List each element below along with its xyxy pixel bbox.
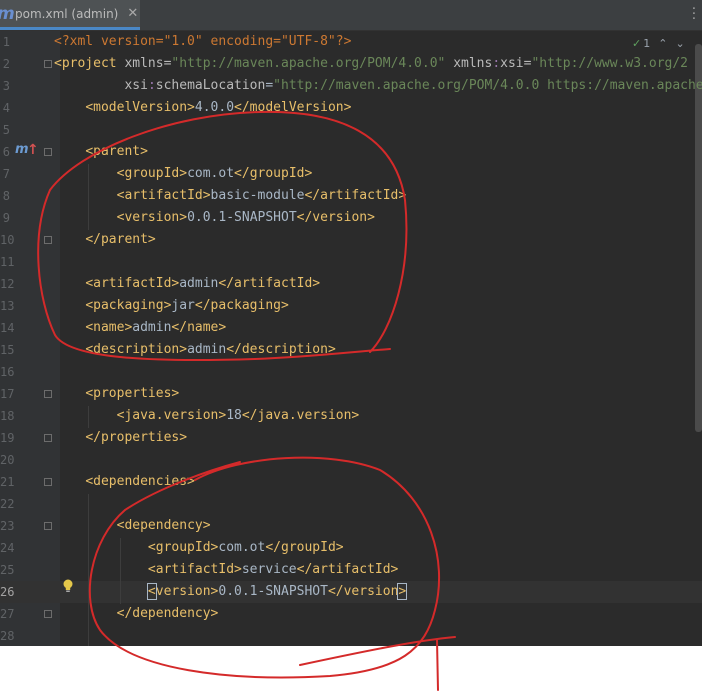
code-line[interactable]: 10 </parent> — [0, 229, 702, 251]
indent-guide — [120, 538, 121, 604]
line-number: 3 — [2, 79, 10, 93]
code-line[interactable]: 1 <?xml version="1.0" encoding="UTF-8"?> — [0, 31, 702, 53]
close-icon[interactable]: ✕ — [127, 6, 138, 21]
code-line[interactable]: 19 </properties> — [0, 427, 702, 449]
code-text: xsi:schemaLocation="http://maven.apache.… — [124, 78, 702, 93]
code-line[interactable]: 18 <java.version>18</java.version> — [0, 405, 702, 427]
ide-window: m pom.xml (admin) ✕ ··· ✓ 1 ⌃ ⌄ m ↑ 1<?x… — [0, 0, 702, 646]
code-line[interactable]: 22 — [0, 493, 702, 515]
code-text: <name>admin</name> — [85, 320, 227, 335]
code-line[interactable]: 17 <properties> — [0, 383, 702, 405]
code-text: <dependencies> — [85, 474, 195, 489]
line-number: 17 — [0, 387, 15, 401]
fold-marker-icon[interactable] — [44, 478, 52, 486]
code-line[interactable]: 20 — [0, 449, 702, 471]
code-text: <project xmlns="http://maven.apache.org/… — [54, 56, 689, 71]
more-options-icon[interactable]: · · · — [692, 3, 696, 26]
code-text: </properties> — [85, 430, 188, 445]
fold-marker-icon[interactable] — [44, 60, 52, 68]
line-number: 14 — [0, 321, 15, 335]
code-line[interactable]: 5 — [0, 119, 702, 141]
code-line[interactable]: 7 <groupId>com.ot</groupId> — [0, 163, 702, 185]
code-line[interactable]: 14 <name>admin</name> — [0, 317, 702, 339]
code-line[interactable]: 21 <dependencies> — [0, 471, 702, 493]
line-number: 4 — [2, 101, 10, 115]
code-text: <version>0.0.1-SNAPSHOT</version> — [146, 583, 408, 600]
code-line[interactable]: 8 <artifactId>basic-module</artifactId> — [0, 185, 702, 207]
line-number: 12 — [0, 277, 15, 291]
line-number: 23 — [0, 519, 15, 533]
code-text: <parent> — [85, 144, 148, 159]
lightbulb-icon[interactable] — [62, 579, 74, 593]
line-number: 18 — [0, 409, 15, 423]
line-number: 24 — [0, 541, 15, 555]
line-number: 7 — [2, 167, 10, 181]
code-text: <properties> — [85, 386, 180, 401]
line-number: 9 — [2, 211, 10, 225]
indent-guide — [88, 164, 89, 230]
fold-marker-icon[interactable] — [44, 236, 52, 244]
fold-marker-icon[interactable] — [44, 434, 52, 442]
line-number: 1 — [2, 35, 10, 49]
line-number: 26 — [0, 585, 15, 599]
code-line[interactable]: 11 — [0, 251, 702, 273]
tab-pom-xml[interactable]: m pom.xml (admin) ✕ — [0, 0, 140, 30]
line-number: 19 — [0, 431, 15, 445]
editor-tab-bar: m pom.xml (admin) ✕ ··· — [0, 0, 702, 31]
fold-marker-icon[interactable] — [44, 390, 52, 398]
code-text: <description>admin</description> — [85, 342, 336, 357]
code-text: <modelVersion>4.0.0</modelVersion> — [85, 100, 352, 115]
line-number: 22 — [0, 497, 15, 511]
code-text: <artifactId>admin</artifactId> — [85, 276, 321, 291]
line-number: 27 — [0, 607, 15, 621]
code-line[interactable]: 6 <parent> — [0, 141, 702, 163]
line-number: 8 — [2, 189, 10, 203]
maven-file-icon: m — [0, 4, 15, 24]
line-number: 11 — [0, 255, 15, 269]
line-number: 28 — [0, 629, 15, 643]
code-line[interactable]: 23 <dependency> — [0, 515, 702, 537]
code-text: <?xml version="1.0" encoding="UTF-8"?> — [54, 34, 352, 49]
code-line[interactable]: 27 </dependency> — [0, 603, 702, 625]
code-text: <packaging>jar</packaging> — [85, 298, 289, 313]
fold-marker-icon[interactable] — [44, 610, 52, 618]
line-number: 15 — [0, 343, 15, 357]
code-line[interactable]: 3 xsi:schemaLocation="http://maven.apach… — [0, 75, 702, 97]
indent-guide — [88, 406, 89, 428]
line-number: 13 — [0, 299, 15, 313]
fold-marker-icon[interactable] — [44, 148, 52, 156]
line-number: 21 — [0, 475, 15, 489]
code-line[interactable]: 16 — [0, 361, 702, 383]
code-line[interactable]: 4 <modelVersion>4.0.0</modelVersion> — [0, 97, 702, 119]
code-text: <java.version>18</java.version> — [116, 408, 360, 423]
line-number: 6 — [2, 145, 10, 159]
code-text: <groupId>com.ot</groupId> — [116, 166, 313, 181]
code-text: </dependency> — [116, 606, 219, 621]
code-text: <dependency> — [116, 518, 211, 533]
code-line[interactable]: 2 <project xmlns="http://maven.apache.org… — [0, 53, 702, 75]
code-line[interactable]: 12 <artifactId>admin</artifactId> — [0, 273, 702, 295]
code-text: <artifactId>service</artifactId> — [147, 562, 399, 577]
code-line[interactable]: 26 <version>0.0.1-SNAPSHOT</version> — [0, 581, 702, 603]
code-line[interactable]: 15 <description>admin</description> — [0, 339, 702, 361]
code-line[interactable]: 13 <packaging>jar</packaging> — [0, 295, 702, 317]
code-line[interactable]: 24 <groupId>com.ot</groupId> — [0, 537, 702, 559]
code-line[interactable]: 9 <version>0.0.1-SNAPSHOT</version> — [0, 207, 702, 229]
line-number: 10 — [0, 233, 15, 247]
code-text: <groupId>com.ot</groupId> — [147, 540, 344, 555]
code-line[interactable]: 25 <artifactId>service</artifactId> — [0, 559, 702, 581]
code-text: <version>0.0.1-SNAPSHOT</version> — [116, 210, 375, 225]
tab-label: pom.xml (admin) — [15, 6, 119, 21]
code-text: </parent> — [85, 232, 156, 247]
code-text: <artifactId>basic-module</artifactId> — [116, 188, 407, 203]
line-number: 20 — [0, 453, 15, 467]
fold-marker-icon[interactable] — [44, 522, 52, 530]
line-number: 5 — [2, 123, 10, 137]
line-number: 25 — [0, 563, 15, 577]
indent-guide — [88, 494, 89, 646]
code-line[interactable]: 28 — [0, 625, 702, 646]
line-number: 16 — [0, 365, 15, 379]
line-number: 2 — [2, 57, 10, 71]
